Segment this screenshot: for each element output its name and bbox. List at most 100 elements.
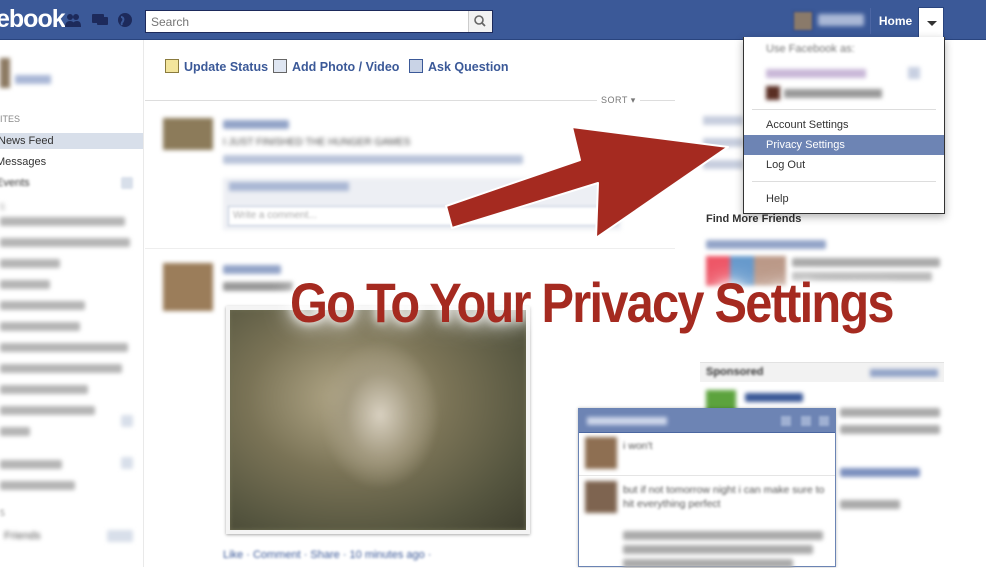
ad-text <box>840 500 900 509</box>
account-dropdown-menu: Use Facebook as: Account Settings Privac… <box>743 37 945 214</box>
sidebar-item[interactable] <box>0 259 60 268</box>
menu-separator <box>752 181 936 182</box>
ad-text <box>840 425 940 434</box>
sidebar-item[interactable] <box>0 280 50 289</box>
right-list[interactable] <box>703 110 743 180</box>
ad-title[interactable] <box>745 393 803 402</box>
sidebar-item[interactable] <box>0 406 95 415</box>
menu-item-privacy-settings[interactable]: Privacy Settings <box>744 135 944 155</box>
add-photo-video-button[interactable]: Add Photo / Video <box>273 59 399 75</box>
notifications-globe-icon[interactable] <box>116 12 134 28</box>
top-bar: ebook Home <box>0 0 986 40</box>
sidebar-item-news-feed[interactable]: News Feed <box>0 133 143 149</box>
sort-menu[interactable]: SORT ▾ <box>597 95 640 106</box>
chat-window[interactable]: i won't but if not tomorrow night i can … <box>578 408 836 568</box>
sidebar-item[interactable] <box>0 364 122 373</box>
sidebar-item[interactable] <box>0 238 130 247</box>
sidebar-section-favorites: ITES <box>0 114 21 124</box>
sponsored-header: Sponsored <box>700 362 944 382</box>
story-photo[interactable] <box>226 306 530 534</box>
sidebar-item-label: Messages <box>0 156 47 168</box>
home-link[interactable]: Home <box>870 8 920 34</box>
search-box <box>145 10 493 33</box>
ad-text <box>840 408 940 417</box>
friend-finder-text <box>792 258 940 267</box>
sponsored-label: Sponsored <box>706 366 764 378</box>
sidebar-item-label: Friends <box>4 530 41 542</box>
menu-item-log-out[interactable]: Log Out <box>744 155 944 175</box>
menu-item-help[interactable]: Help <box>744 189 944 209</box>
close-icon[interactable] <box>819 416 829 426</box>
profile-name-link[interactable] <box>818 14 864 26</box>
left-sidebar: ITES News Feed Messages Events 5 5 Frien… <box>0 40 144 567</box>
menu-separator <box>752 109 936 110</box>
profile-photo[interactable] <box>0 58 10 88</box>
use-facebook-as-label: Use Facebook as: <box>766 43 855 55</box>
update-status-button[interactable]: Update Status <box>165 59 268 75</box>
likes-summary[interactable] <box>229 182 349 191</box>
account-menu-button[interactable] <box>918 7 944 38</box>
chevron-down-icon <box>927 21 937 26</box>
update-status-label: Update Status <box>184 60 269 74</box>
chat-message <box>623 545 813 554</box>
search-button[interactable] <box>468 11 492 32</box>
profile-name-link[interactable] <box>15 75 51 84</box>
story-text: I JUST FINISHED THE HUNGER GAMES <box>223 137 411 148</box>
photo-icon <box>273 59 287 73</box>
photo-content <box>320 340 440 490</box>
messages-icon[interactable] <box>91 12 109 28</box>
count-badge <box>107 530 133 542</box>
ad-link[interactable] <box>840 468 920 477</box>
sidebar-item[interactable] <box>0 385 88 394</box>
story-author-name[interactable] <box>223 120 289 129</box>
chat-avatar <box>585 437 617 469</box>
sidebar-item[interactable] <box>0 217 125 226</box>
menu-item-account-settings[interactable]: Account Settings <box>744 115 944 135</box>
ask-question-button[interactable]: Ask Question <box>409 59 509 75</box>
story-author-photo[interactable] <box>163 263 213 311</box>
ask-question-label: Ask Question <box>428 60 509 74</box>
sidebar-item[interactable] <box>0 460 62 469</box>
create-ad-link[interactable] <box>870 369 938 377</box>
sidebar-item[interactable] <box>0 322 80 331</box>
chat-divider <box>579 475 835 476</box>
sidebar-item-label: Events <box>0 177 30 189</box>
sidebar-item[interactable] <box>0 481 75 490</box>
search-input[interactable] <box>146 11 468 32</box>
sidebar-item-messages[interactable]: Messages <box>0 154 46 170</box>
chat-video-icon[interactable] <box>781 416 791 426</box>
page-switch-item[interactable] <box>766 69 866 78</box>
page-avatar <box>766 86 780 100</box>
sidebar-item-friends[interactable]: Friends <box>0 528 143 544</box>
search-icon <box>474 15 486 27</box>
story-text <box>223 282 293 291</box>
count-badge <box>908 67 920 79</box>
chat-settings-icon[interactable] <box>801 416 811 426</box>
chat-header[interactable] <box>579 409 835 433</box>
page-switch-item[interactable] <box>784 89 882 98</box>
chat-avatar <box>585 481 617 513</box>
friend-requests-icon[interactable] <box>64 12 82 28</box>
count-badge <box>121 177 133 189</box>
comment-input[interactable]: Write a comment... <box>228 206 618 226</box>
friend-finder-link[interactable] <box>706 240 826 249</box>
sidebar-section-friends: 5 <box>0 508 6 518</box>
facebook-logo[interactable]: ebook <box>0 5 66 34</box>
sidebar-item-events[interactable]: Events <box>0 175 143 191</box>
chat-contact-name <box>587 417 667 425</box>
story-actions[interactable]: Like · Comment · Share · 10 minutes ago … <box>223 549 431 561</box>
sidebar-item[interactable] <box>0 427 30 436</box>
sidebar-item[interactable] <box>0 301 85 310</box>
sidebar-item-label: News Feed <box>0 135 54 147</box>
sidebar-item[interactable] <box>0 343 128 352</box>
count-badge <box>121 415 133 427</box>
avatar[interactable] <box>793 11 813 31</box>
feed-divider <box>145 100 675 101</box>
chat-message: i won't <box>623 440 653 452</box>
story-actions[interactable] <box>223 155 523 164</box>
story-author-photo[interactable] <box>163 118 213 150</box>
status-pencil-icon <box>165 59 179 73</box>
add-photo-label: Add Photo / Video <box>292 60 400 74</box>
sidebar-section-groups: 5 <box>0 202 6 212</box>
story-author-name[interactable] <box>223 265 281 274</box>
